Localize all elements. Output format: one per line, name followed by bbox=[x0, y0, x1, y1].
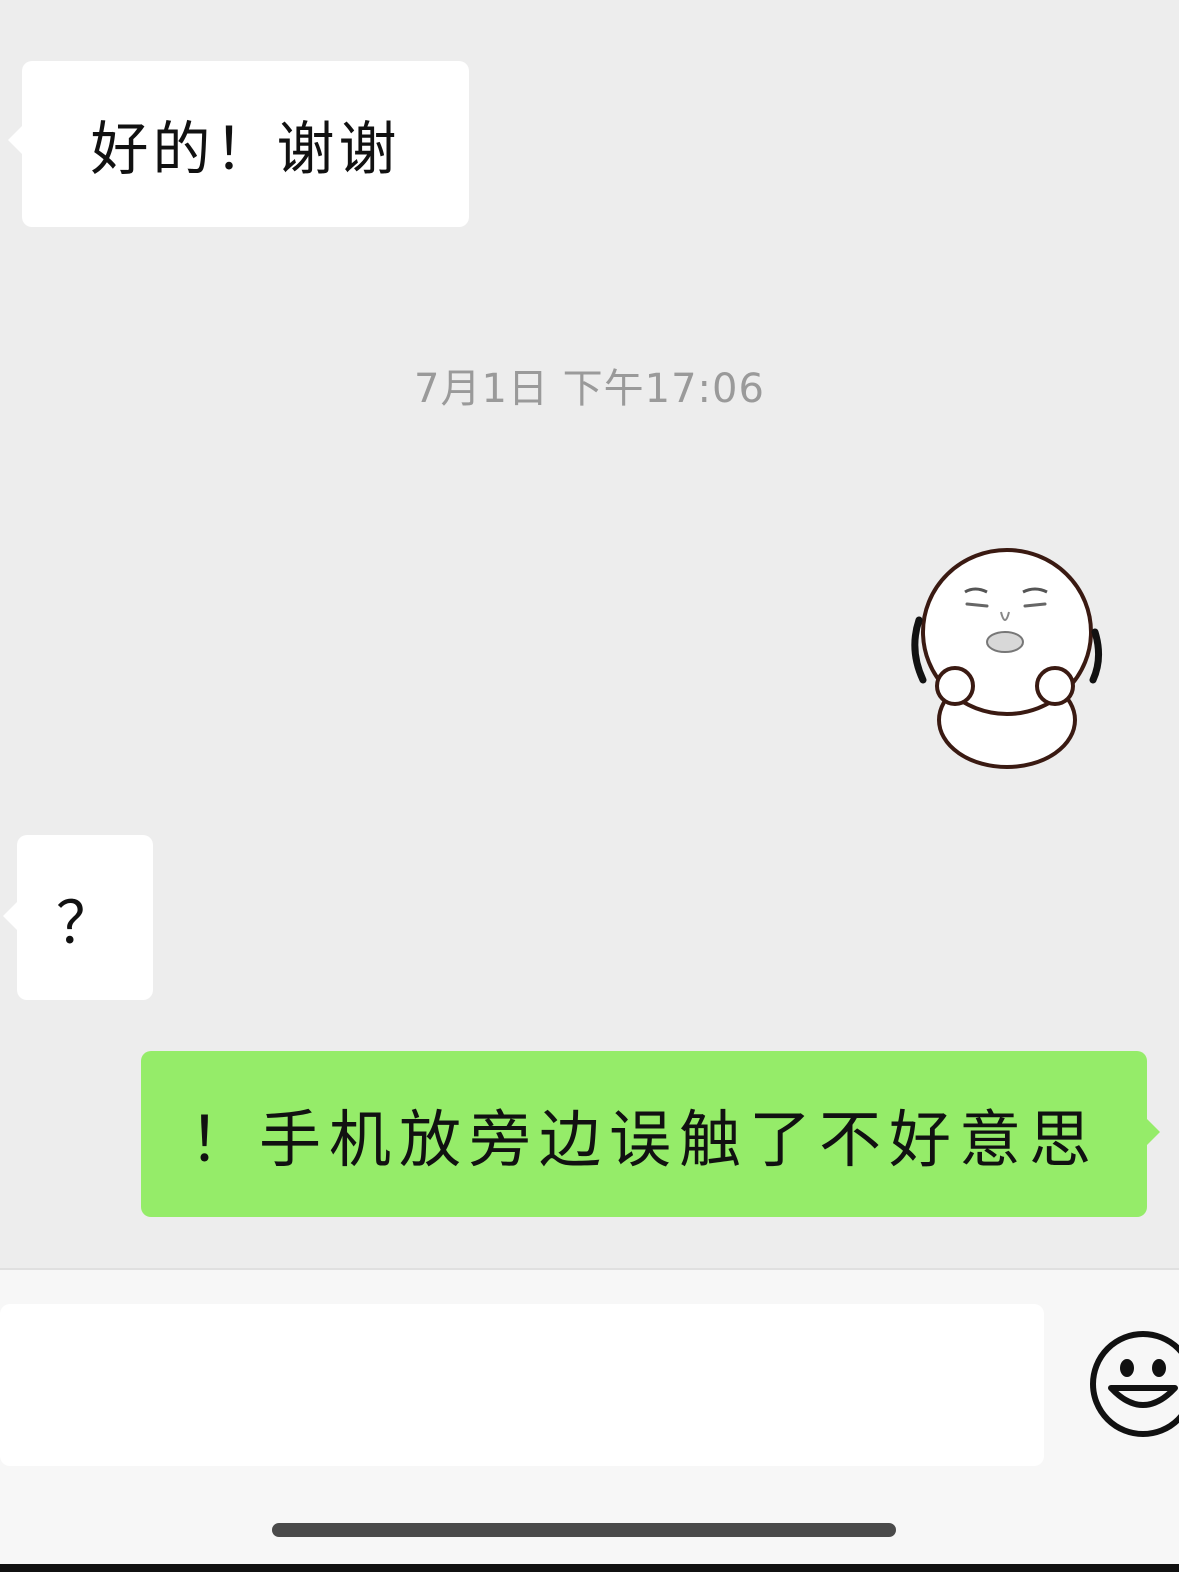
home-indicator[interactable] bbox=[272, 1523, 896, 1537]
outgoing-bubble-tail bbox=[1146, 1118, 1160, 1146]
sticker-drawing bbox=[911, 548, 1102, 769]
incoming-message-bubble[interactable]: ？ bbox=[17, 835, 153, 1000]
message-text: ！手机放旁边误触了不好意思 bbox=[188, 1103, 1099, 1176]
message-text: 好的！谢谢 bbox=[90, 115, 401, 183]
input-bar bbox=[0, 1268, 1179, 1572]
incoming-bubble-tail bbox=[8, 126, 22, 154]
smiley-face-drawing bbox=[1090, 1331, 1179, 1437]
screen-bottom-edge bbox=[0, 1564, 1179, 1572]
kissing-face-sticker-icon[interactable] bbox=[905, 540, 1105, 775]
chat-area[interactable]: 好的！谢谢 7月1日 下午17:06 ？ ！手机放旁边误触了不好意思 bbox=[0, 0, 1179, 1268]
incoming-bubble-tail bbox=[3, 902, 17, 930]
message-text: ？ bbox=[55, 888, 114, 957]
incoming-message-bubble[interactable]: 好的！谢谢 bbox=[22, 61, 469, 227]
smiley-face-icon[interactable] bbox=[1087, 1328, 1179, 1440]
message-timestamp: 7月1日 下午17:06 bbox=[414, 366, 765, 412]
outgoing-message-bubble[interactable]: ！手机放旁边误触了不好意思 bbox=[141, 1051, 1147, 1217]
message-input[interactable] bbox=[0, 1304, 1044, 1466]
